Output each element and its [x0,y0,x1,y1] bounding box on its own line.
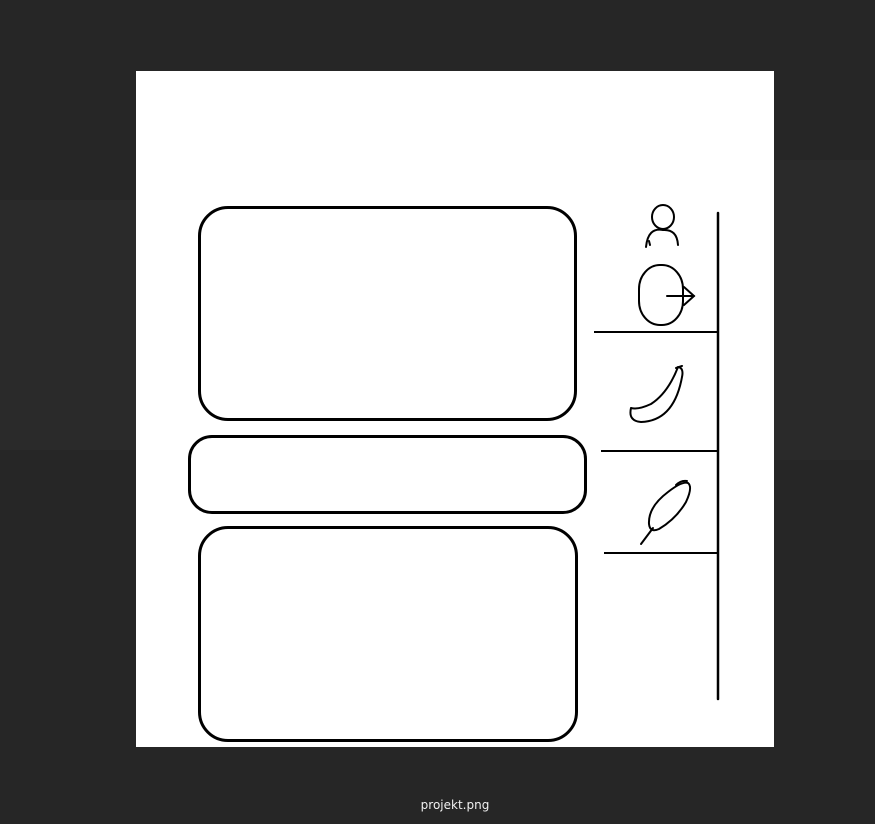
background-panel [774,160,875,460]
user-icon[interactable] [645,204,679,248]
login-icon[interactable] [638,264,696,326]
feather-icon[interactable] [640,479,692,545]
filename-caption: projekt.png [420,798,490,812]
image-viewer: projekt.png [0,0,875,824]
sidebar-sketch [594,204,720,701]
banana-icon[interactable] [629,365,684,423]
background-panel [0,200,136,450]
image-canvas [136,71,774,747]
